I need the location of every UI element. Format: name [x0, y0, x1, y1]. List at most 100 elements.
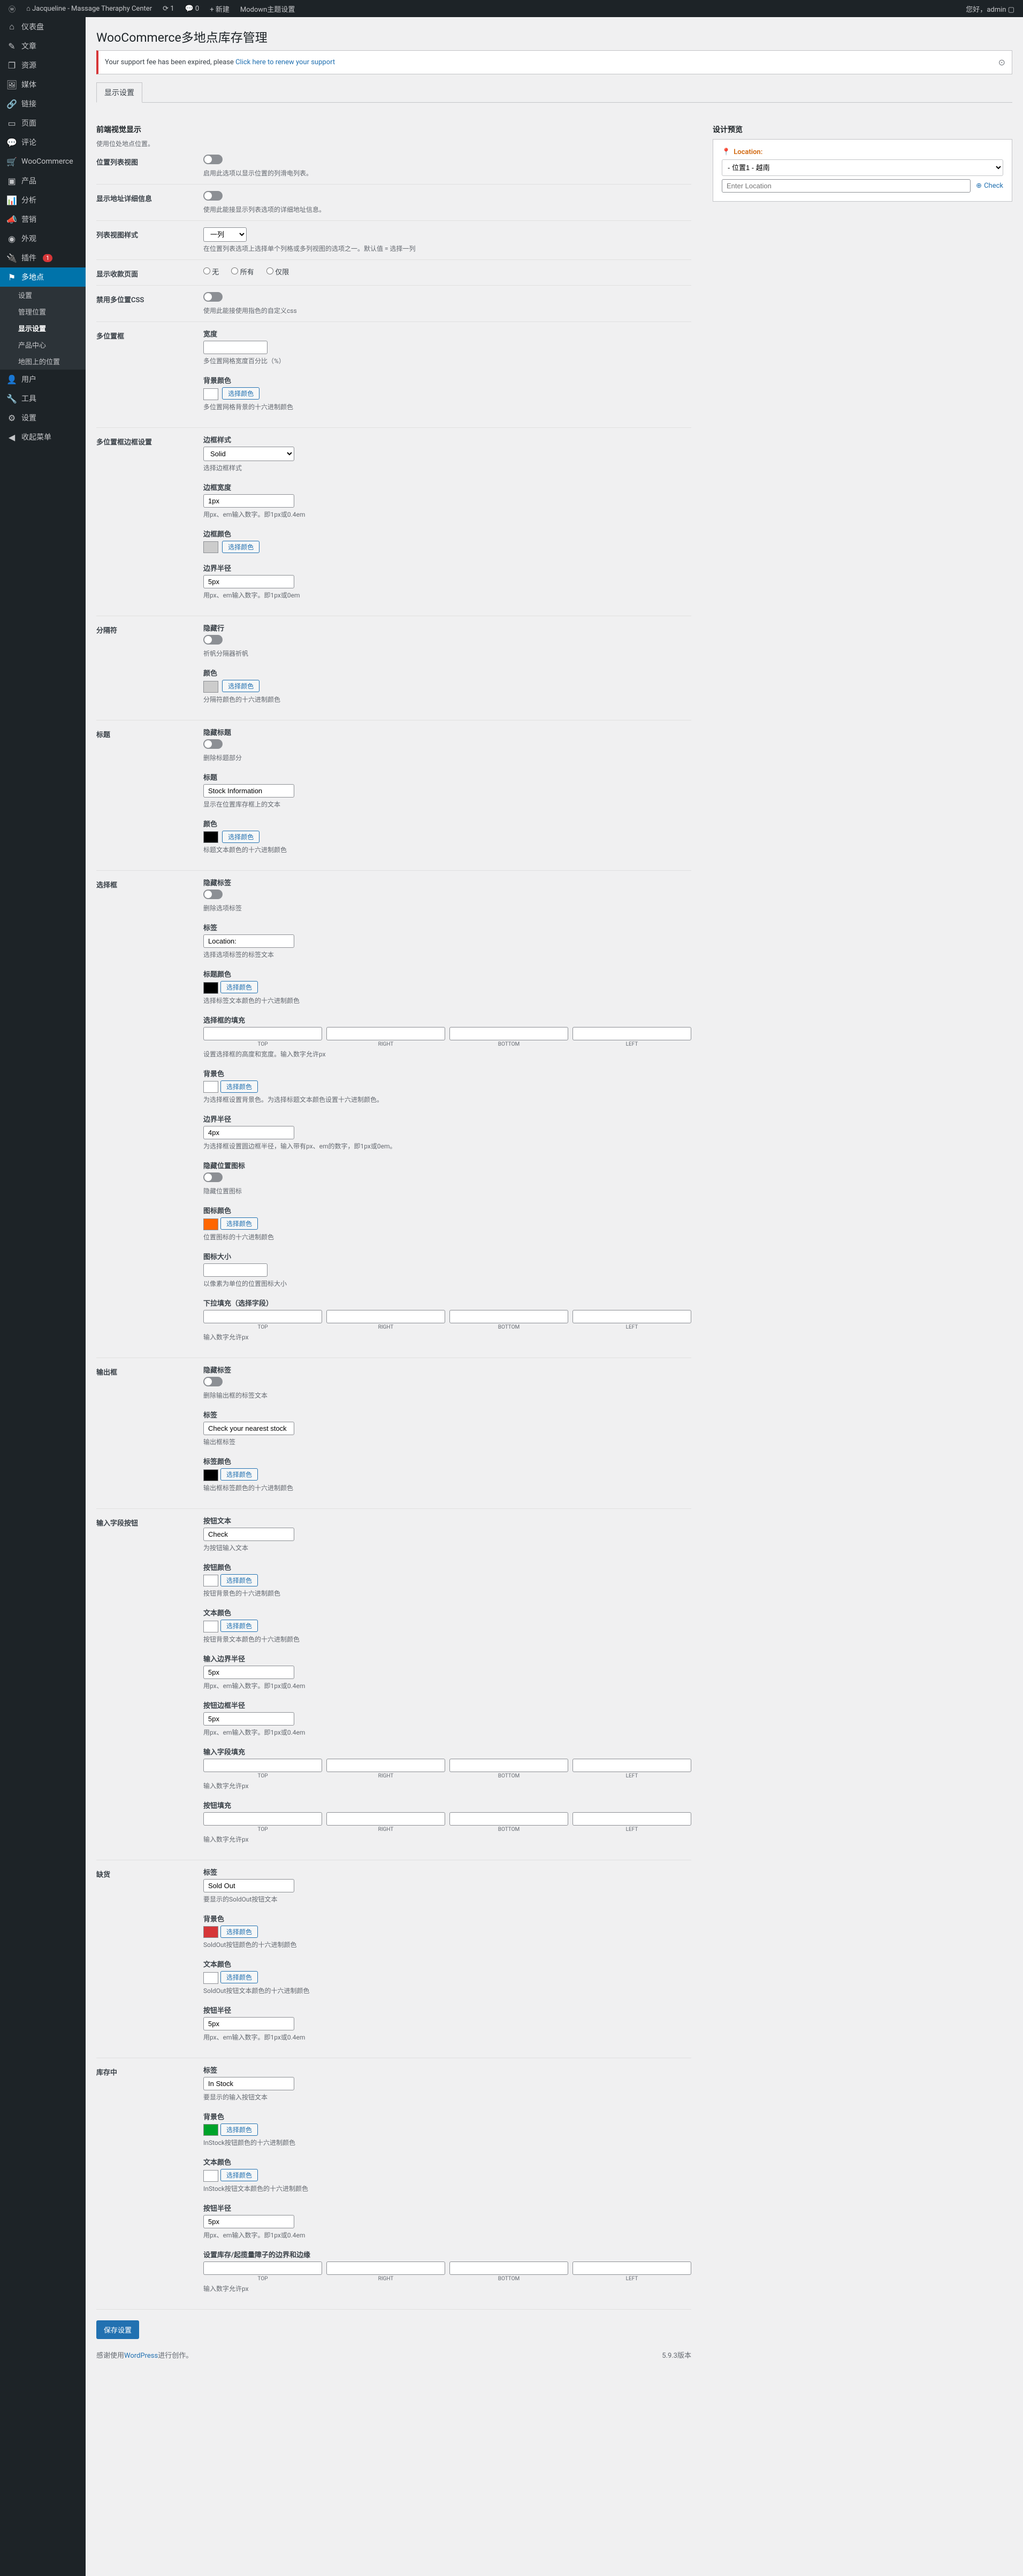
menu-item-12[interactable]: 🔌插件1 [0, 248, 86, 267]
site-link[interactable]: ⌂ Jacqueline - Massage Theraphy Center [22, 4, 156, 13]
spacing-top-input[interactable] [203, 1027, 322, 1040]
instock-bgcolor-button[interactable]: 选择颜色 [220, 2123, 258, 2136]
border-style-select[interactable]: Solid [203, 447, 294, 461]
menu-item-1[interactable]: ✎文章 [0, 36, 86, 56]
divider-hide-toggle[interactable] [203, 635, 223, 645]
menu-item-14[interactable]: 👤用户 [0, 370, 86, 389]
menu-item-0[interactable]: ⌂仪表盘 [0, 17, 86, 36]
multiloc-bgcolor-button[interactable]: 选择颜色 [222, 387, 259, 400]
border-radius-input[interactable] [203, 575, 294, 588]
address-details-toggle[interactable] [203, 191, 223, 201]
spacing-right-input[interactable] [326, 1027, 445, 1040]
spacing-bottom-input[interactable] [449, 1812, 568, 1826]
tab-display-settings[interactable]: 显示设置 [96, 82, 142, 103]
divider-color-button[interactable]: 选择颜色 [222, 680, 259, 692]
selectbox-radius-input[interactable] [203, 1126, 294, 1139]
title-hide-toggle[interactable] [203, 739, 223, 749]
submenu-item-1[interactable]: 管理位置 [0, 303, 86, 320]
spacing-right-input[interactable] [326, 2261, 445, 2275]
inputbtn-btnradius-input[interactable] [203, 1712, 294, 1726]
wordpress-link[interactable]: WordPress [124, 2352, 158, 2360]
checkout-radio-only[interactable] [266, 267, 273, 274]
spacing-bottom-input[interactable] [449, 2261, 568, 2275]
close-icon[interactable]: ⊙ [998, 57, 1005, 67]
disable-css-toggle[interactable] [203, 292, 223, 302]
menu-item-5[interactable]: ▭页面 [0, 113, 86, 133]
updates-link[interactable]: ⟳ 1 [158, 5, 178, 13]
menu-item-10[interactable]: 📣营销 [0, 210, 86, 229]
border-width-input[interactable] [203, 494, 294, 508]
menu-item-4[interactable]: 🔗链接 [0, 94, 86, 113]
menu-item-9[interactable]: 📊分析 [0, 190, 86, 210]
spacing-left-input[interactable] [572, 2261, 691, 2275]
preview-location-select[interactable]: - 位置1 - 越南 [722, 159, 1003, 176]
menu-item-16[interactable]: ⚙设置 [0, 408, 86, 427]
inputbtn-txtcolor-button[interactable]: 选择颜色 [220, 1620, 258, 1632]
spacing-top-input[interactable] [203, 1812, 322, 1826]
title-text-input[interactable] [203, 784, 294, 798]
selectbox-titlecolor-button[interactable]: 选择颜色 [220, 981, 258, 993]
menu-item-8[interactable]: ▣产品 [0, 171, 86, 190]
checkout-radio-all[interactable] [231, 267, 238, 274]
menu-item-2[interactable]: ❐资源 [0, 56, 86, 75]
spacing-left-input[interactable] [572, 1759, 691, 1772]
modown-link[interactable]: Modown主题设置 [236, 4, 299, 14]
spacing-left-input[interactable] [572, 1812, 691, 1826]
instock-radius-input[interactable] [203, 2215, 294, 2228]
menu-item-3[interactable]: 🖼媒体 [0, 75, 86, 94]
preview-check-button[interactable]: ⊕Check [976, 182, 1003, 190]
soldout-radius-input[interactable] [203, 2017, 294, 2030]
location-list-view-toggle[interactable] [203, 155, 223, 164]
selectbox-iconcolor-button[interactable]: 选择颜色 [220, 1217, 258, 1230]
border-color-button[interactable]: 选择颜色 [222, 541, 259, 553]
spacing-right-input[interactable] [326, 1759, 445, 1772]
new-link[interactable]: + 新建 [205, 4, 234, 14]
spacing-top-input[interactable] [203, 1310, 322, 1323]
instock-txtcolor-button[interactable]: 选择颜色 [220, 2169, 258, 2181]
soldout-bgcolor-button[interactable]: 选择颜色 [220, 1926, 258, 1938]
inputbox-color-button[interactable]: 选择颜色 [220, 1468, 258, 1481]
submenu-item-2[interactable]: 显示设置 [0, 320, 86, 336]
spacing-left-input[interactable] [572, 1027, 691, 1040]
multiloc-width-input[interactable] [203, 341, 268, 354]
menu-item-15[interactable]: 🔧工具 [0, 389, 86, 408]
comments-link[interactable]: 💬 0 [181, 5, 204, 13]
preview-location-input[interactable] [722, 179, 971, 193]
spacing-bottom-input[interactable] [449, 1310, 568, 1323]
spacing-bottom-input[interactable] [449, 1759, 568, 1772]
menu-item-6[interactable]: 💬评论 [0, 133, 86, 152]
spacing-top-input[interactable] [203, 1759, 322, 1772]
list-style-select[interactable]: 一列 [203, 227, 247, 242]
soldout-label-input[interactable] [203, 1879, 294, 1892]
spacing-left-input[interactable] [572, 1310, 691, 1323]
inputbtn-text-input[interactable] [203, 1528, 294, 1541]
selectbox-label-input[interactable] [203, 934, 294, 948]
soldout-txtcolor-button[interactable]: 选择颜色 [220, 1971, 258, 1983]
inputbtn-inradius-input[interactable] [203, 1666, 294, 1679]
spacing-bottom-input[interactable] [449, 1027, 568, 1040]
selectbox-iconsize-input[interactable] [203, 1263, 268, 1277]
instock-label-input[interactable] [203, 2077, 294, 2090]
selectbox-hide-toggle[interactable] [203, 890, 223, 899]
submenu-item-3[interactable]: 产品中心 [0, 336, 86, 353]
selectbox-hideicon-toggle[interactable] [203, 1172, 223, 1182]
inputbox-hide-toggle[interactable] [203, 1377, 223, 1386]
submenu-item-4[interactable]: 地图上的位置 [0, 353, 86, 370]
wp-logo[interactable]: ⓦ [4, 4, 20, 14]
spacing-right-input[interactable] [326, 1310, 445, 1323]
menu-item-17[interactable]: ◀收起菜单 [0, 427, 86, 447]
save-button[interactable]: 保存设置 [96, 2320, 139, 2339]
spacing-top-input[interactable] [203, 2261, 322, 2275]
menu-item-11[interactable]: ◉外观 [0, 229, 86, 248]
greeting-link[interactable]: 您好，admin ▢ [961, 4, 1019, 14]
inputbox-label-input[interactable] [203, 1422, 294, 1435]
title-color-button[interactable]: 选择颜色 [222, 831, 259, 843]
menu-item-7[interactable]: 🛒WooCommerce [0, 152, 86, 171]
selectbox-bgcolor-button[interactable]: 选择颜色 [220, 1080, 258, 1093]
checkout-radio-none[interactable] [203, 267, 210, 274]
menu-item-13[interactable]: ⚑多地点 [0, 267, 86, 287]
submenu-item-0[interactable]: 设置 [0, 287, 86, 303]
spacing-right-input[interactable] [326, 1812, 445, 1826]
renew-link[interactable]: Click here to renew your support [235, 58, 335, 66]
inputbtn-color-button[interactable]: 选择颜色 [220, 1574, 258, 1586]
